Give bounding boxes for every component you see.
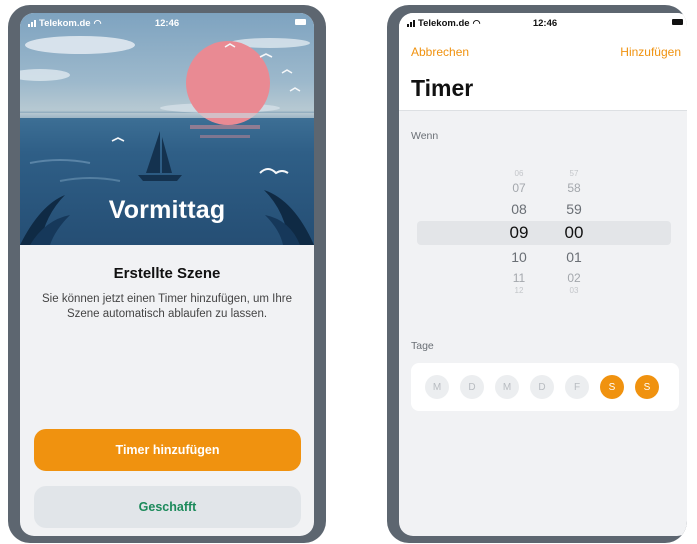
scene-name-title: Vormittag bbox=[108, 196, 226, 224]
minute-option: 57 bbox=[569, 169, 579, 178]
minute-option: 59 bbox=[566, 201, 582, 217]
scene-screen: Telekom.de ◠ 12:46 Vormittag Erstellte S… bbox=[20, 13, 314, 536]
status-time: 12:46 bbox=[154, 17, 180, 29]
wifi-icon: ◠ bbox=[93, 17, 102, 28]
minute-option: 58 bbox=[567, 181, 581, 195]
hour-option: 11 bbox=[512, 271, 526, 285]
signal-icon bbox=[407, 19, 415, 27]
status-bar: Telekom.de ◠ 12:46 bbox=[20, 13, 314, 33]
minute-option: 02 bbox=[567, 271, 581, 285]
hero-illustration: Telekom.de ◠ 12:46 Vormittag bbox=[20, 13, 314, 245]
day-toggle-sunday[interactable]: S bbox=[635, 375, 659, 399]
hour-option: 12 bbox=[514, 286, 524, 295]
hour-option: 10 bbox=[511, 249, 527, 265]
minute-option-selected: 00 bbox=[564, 223, 584, 242]
day-toggle-saturday[interactable]: S bbox=[600, 375, 624, 399]
done-button[interactable]: Geschafft bbox=[34, 486, 301, 528]
page-title: Timer bbox=[411, 75, 474, 101]
hour-option-selected: 09 bbox=[509, 223, 529, 242]
timer-screen: Telekom.de ◠ 12:46 Abbrechen Hinzufügen … bbox=[399, 13, 687, 536]
battery-icon bbox=[672, 19, 683, 25]
timer-header: Telekom.de ◠ 12:46 Abbrechen Hinzufügen … bbox=[399, 13, 687, 111]
weekday-selector: M D M D F S S bbox=[411, 363, 679, 411]
status-bar: Telekom.de ◠ 12:46 bbox=[399, 13, 687, 33]
add-button[interactable]: Hinzufügen bbox=[620, 45, 681, 59]
day-toggle-monday[interactable]: M bbox=[425, 375, 449, 399]
hour-option: 07 bbox=[512, 181, 526, 195]
created-scene-description: Sie können jetzt einen Timer hinzufügen,… bbox=[42, 293, 292, 320]
signal-icon bbox=[28, 19, 36, 27]
phone-frame-timer: Telekom.de ◠ 12:46 Abbrechen Hinzufügen … bbox=[387, 5, 687, 543]
day-toggle-friday[interactable]: F bbox=[565, 375, 589, 399]
picker-selection-band bbox=[417, 221, 671, 245]
carrier-label: Telekom.de bbox=[418, 17, 470, 29]
minute-option: 01 bbox=[566, 249, 582, 265]
day-toggle-tuesday[interactable]: D bbox=[460, 375, 484, 399]
created-scene-heading: Erstellte Szene bbox=[113, 265, 221, 282]
add-timer-button[interactable]: Timer hinzufügen bbox=[34, 429, 301, 471]
hour-option: 06 bbox=[514, 169, 524, 178]
day-toggle-wednesday[interactable]: M bbox=[495, 375, 519, 399]
battery-icon bbox=[295, 19, 306, 25]
carrier-label: Telekom.de bbox=[39, 17, 91, 29]
days-section-label: Tage bbox=[411, 340, 434, 352]
day-toggle-thursday[interactable]: D bbox=[530, 375, 554, 399]
wifi-icon: ◠ bbox=[472, 17, 481, 28]
minute-option: 03 bbox=[569, 286, 579, 295]
hour-option: 08 bbox=[511, 201, 527, 217]
cancel-button[interactable]: Abbrechen bbox=[411, 45, 469, 59]
status-time: 12:46 bbox=[532, 17, 558, 29]
phone-frame-scene: Telekom.de ◠ 12:46 Vormittag Erstellte S… bbox=[8, 5, 326, 543]
when-section-label: Wenn bbox=[411, 130, 439, 142]
time-picker[interactable]: 06 07 08 09 10 11 12 57 58 59 00 01 02 0… bbox=[417, 163, 671, 303]
